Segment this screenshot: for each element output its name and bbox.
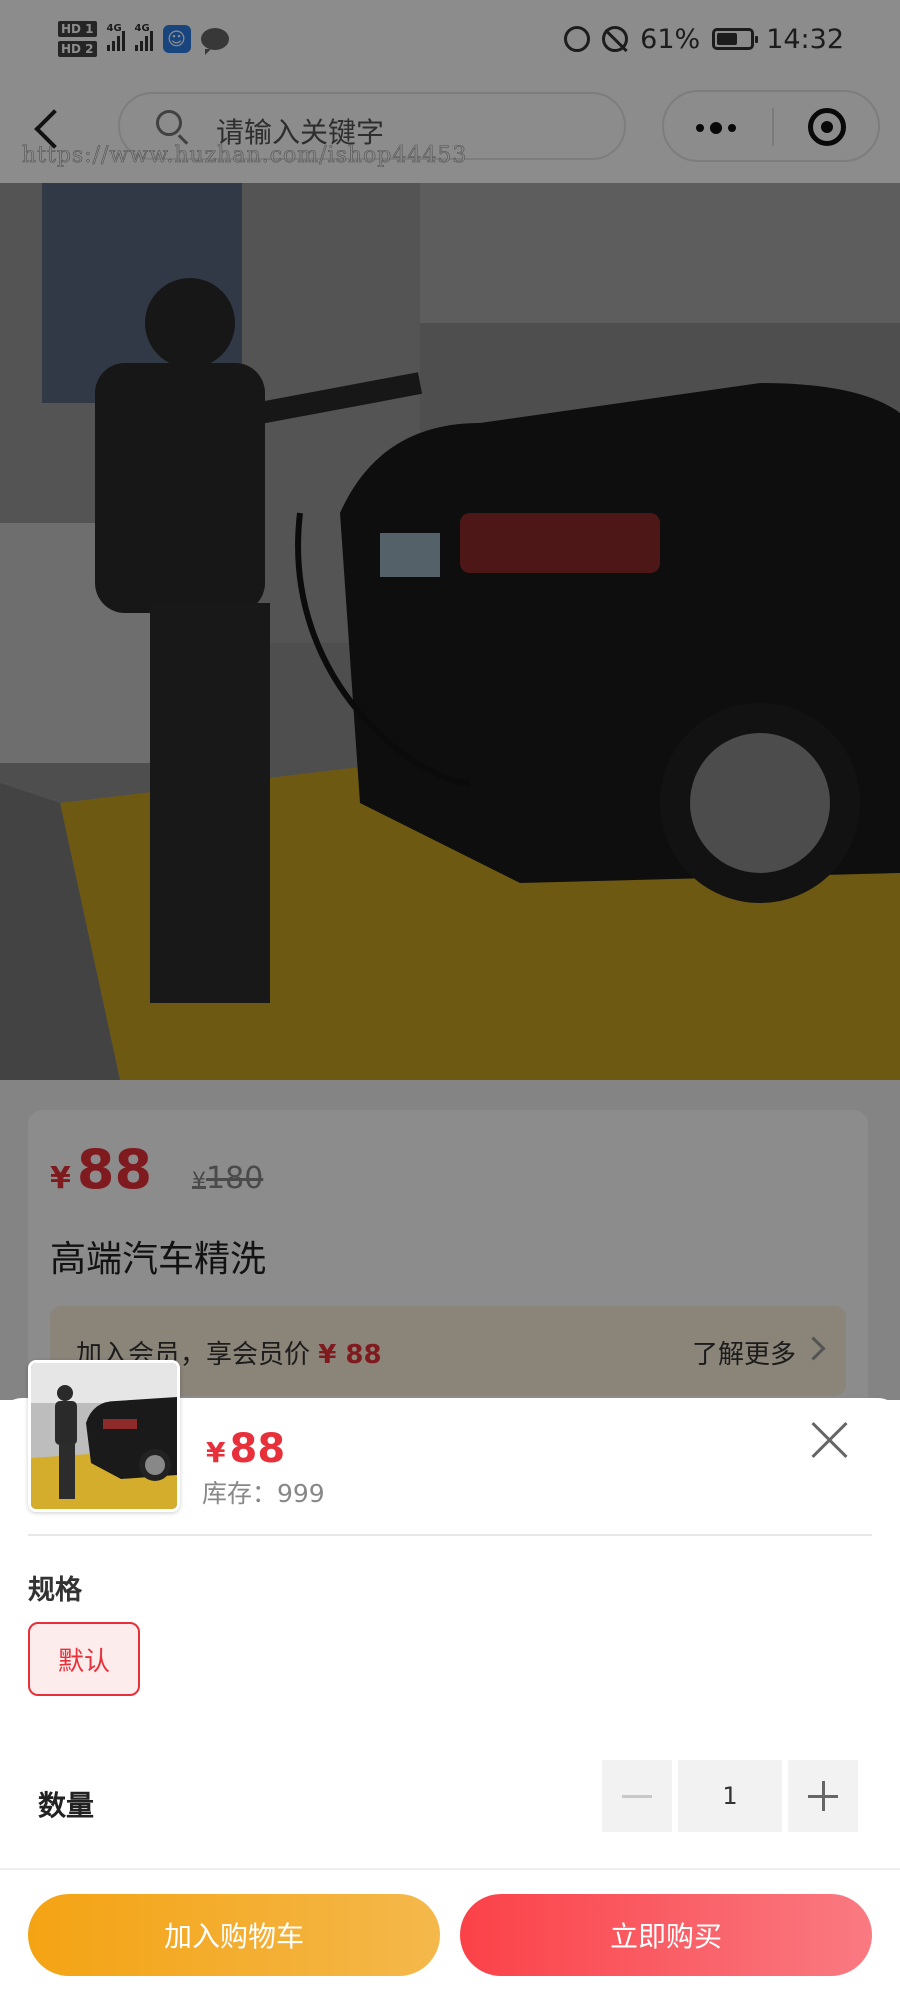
footer-divider <box>0 1868 900 1870</box>
sheet-price: ¥ 88 <box>206 1426 285 1472</box>
spec-label: 规格 <box>28 1575 82 1606</box>
product-thumbnail <box>28 1360 180 1512</box>
add-to-cart-button[interactable]: 加入购物车 <box>28 1894 440 1976</box>
quantity-stepper: 1 <box>602 1760 858 1832</box>
spec-option-default[interactable]: 默认 <box>28 1622 140 1696</box>
plus-icon[interactable] <box>788 1760 858 1832</box>
minus-icon[interactable] <box>602 1760 672 1832</box>
sheet-divider <box>28 1534 872 1536</box>
quantity-label: 数量 <box>38 1789 95 1822</box>
sku-bottom-sheet: ¥ 88 库存：999 规格 默认 数量 1 加入购物车 立即购买 <box>0 1360 900 2000</box>
sheet-price-currency: ¥ <box>206 1436 226 1469</box>
buy-now-button[interactable]: 立即购买 <box>460 1894 872 1976</box>
stock-text: 库存：999 <box>202 1479 325 1508</box>
close-icon[interactable] <box>808 1418 852 1462</box>
sheet-price-value: 88 <box>229 1426 286 1472</box>
modal-overlay[interactable] <box>0 0 900 1400</box>
quantity-value[interactable]: 1 <box>678 1760 782 1832</box>
